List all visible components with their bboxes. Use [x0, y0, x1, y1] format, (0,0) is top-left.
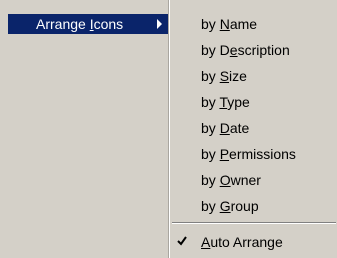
menu-item-label: by Permissions: [201, 146, 296, 162]
menu-item-by-name[interactable]: by Name: [170, 12, 337, 36]
menu-item-by-type[interactable]: by Type: [170, 90, 337, 114]
menu-item-label: Auto Arrange: [201, 234, 283, 250]
chevron-right-icon: [157, 19, 162, 29]
menu-item-by-date[interactable]: by Date: [170, 116, 337, 140]
menu-item-by-owner[interactable]: by Owner: [170, 168, 337, 192]
parent-context-menu: Arrange Icons: [0, 0, 169, 258]
menu-item-by-description[interactable]: by Description: [170, 38, 337, 62]
checkmark-icon: [177, 236, 187, 246]
menu-item-label: by Type: [201, 94, 250, 110]
menu-item-label: by Date: [201, 120, 250, 136]
menu-item-by-permissions[interactable]: by Permissions: [170, 142, 337, 166]
menu-item-label: Arrange Icons: [36, 16, 124, 32]
menu-item-label: by Name: [201, 16, 258, 32]
menu-item-arrange-icons[interactable]: Arrange Icons: [8, 14, 168, 34]
menu-item-by-group[interactable]: by Group: [170, 194, 337, 218]
menu-item-label: by Description: [201, 42, 290, 58]
arrange-icons-submenu: by Name by Description by Size by Type b…: [169, 0, 337, 258]
menu-item-auto-arrange[interactable]: Auto Arrange: [170, 230, 337, 254]
menu-item-label: by Group: [201, 198, 259, 214]
menu-item-label: by Owner: [201, 172, 261, 188]
menu-separator: [172, 222, 336, 224]
menu-item-by-size[interactable]: by Size: [170, 64, 337, 88]
menu-item-label: by Size: [201, 68, 247, 84]
